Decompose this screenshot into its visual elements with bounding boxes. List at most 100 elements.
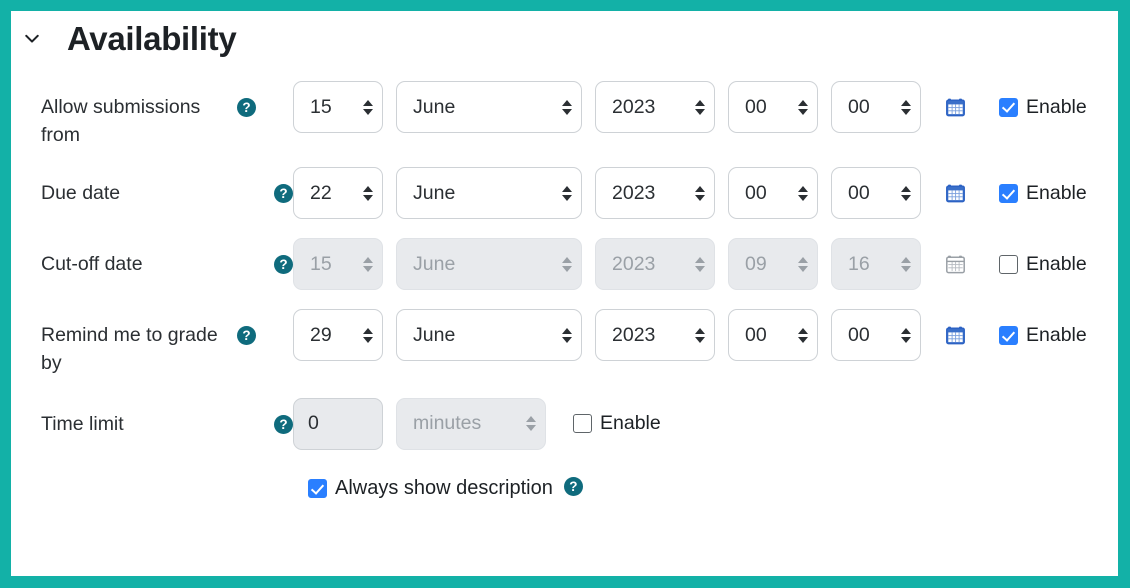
calendar-icon[interactable] — [946, 324, 968, 346]
help-icon[interactable]: ? — [237, 326, 256, 346]
chevron-down-icon[interactable] — [19, 26, 45, 52]
time-limit-fields: minutes Enable — [293, 397, 661, 450]
day-value: 15 — [310, 95, 332, 118]
chevron-updown-icon — [561, 97, 572, 117]
always-show-description-row[interactable]: Always show description — [308, 477, 553, 500]
minute-select[interactable]: 00 — [831, 81, 921, 133]
chevron-updown-icon — [797, 254, 808, 274]
chevron-updown-icon — [797, 325, 808, 345]
minute-value: 00 — [848, 323, 870, 346]
label-cell: Cut-off date ? — [41, 238, 293, 279]
chevron-updown-icon — [561, 325, 572, 345]
date-fields: 15 June 2023 09 16 Enable — [293, 238, 1087, 291]
hour-select: 09 — [728, 238, 818, 291]
enable-checkbox-row[interactable]: Enable — [999, 96, 1087, 119]
field-label: Cut-off date — [41, 253, 143, 276]
teal-frame-border: Availability Allow submissions from ? 15… — [0, 0, 1130, 588]
enable-label: Enable — [1026, 181, 1087, 204]
chevron-updown-icon — [362, 254, 373, 274]
chevron-updown-icon — [797, 97, 808, 117]
year-select[interactable]: 2023 — [595, 81, 715, 133]
year-value: 2023 — [612, 252, 656, 275]
year-value: 2023 — [612, 95, 656, 118]
help-icon[interactable]: ? — [274, 184, 293, 204]
day-select[interactable]: 29 — [293, 309, 383, 362]
enable-label: Enable — [1026, 323, 1087, 346]
year-select[interactable]: 2023 — [595, 309, 715, 362]
enable-checkbox-row[interactable]: Enable — [999, 182, 1087, 205]
chevron-updown-icon — [694, 97, 705, 117]
row-allow-submissions-from: Allow submissions from ? 15 June 2023 00… — [11, 81, 1118, 149]
enable-label: Enable — [1026, 95, 1087, 118]
chevron-updown-icon — [561, 254, 572, 274]
row-time-limit: Time limit ? minutes Enable — [11, 397, 1118, 450]
enable-checkbox-row[interactable]: Enable — [573, 412, 661, 435]
enable-label: Enable — [1026, 252, 1087, 275]
chevron-updown-icon — [900, 97, 911, 117]
hour-select[interactable]: 00 — [728, 309, 818, 362]
calendar-icon[interactable] — [946, 96, 968, 118]
availability-section-header: Availability — [11, 11, 1118, 55]
page-title: Availability — [67, 20, 237, 57]
enable-checkbox-row[interactable]: Enable — [999, 253, 1087, 276]
hour-value: 00 — [745, 323, 767, 346]
always-show-description-checkbox[interactable] — [308, 478, 327, 498]
minute-select: 16 — [831, 238, 921, 291]
enable-label: Enable — [600, 412, 661, 435]
day-select[interactable]: 22 — [293, 167, 383, 220]
row-cut-off-date: Cut-off date ? 15 June 2023 09 16 Enable — [11, 238, 1118, 291]
minute-select[interactable]: 00 — [831, 309, 921, 362]
label-cell: Allow submissions from ? — [41, 81, 293, 149]
chevron-updown-icon — [362, 325, 373, 345]
label-cell: Due date ? — [41, 167, 293, 208]
field-label: Time limit — [41, 412, 124, 435]
minute-value: 00 — [848, 181, 870, 204]
day-value: 15 — [310, 252, 332, 275]
units-value: minutes — [413, 412, 482, 435]
year-value: 2023 — [612, 181, 656, 204]
month-value: June — [413, 95, 456, 118]
date-fields: 22 June 2023 00 00 Enable — [293, 167, 1087, 220]
enable-checkbox[interactable] — [999, 183, 1018, 203]
enable-checkbox[interactable] — [999, 325, 1018, 345]
help-icon[interactable]: ? — [237, 98, 256, 117]
month-select[interactable]: June — [396, 81, 582, 133]
enable-checkbox-row[interactable]: Enable — [999, 324, 1087, 347]
year-select: 2023 — [595, 238, 715, 291]
help-icon[interactable]: ? — [274, 255, 293, 275]
chevron-updown-icon — [362, 97, 373, 117]
row-due-date: Due date ? 22 June 2023 00 00 Enable — [11, 167, 1118, 220]
year-select[interactable]: 2023 — [595, 167, 715, 220]
chevron-updown-icon — [797, 183, 808, 203]
availability-settings-page: Availability Allow submissions from ? 15… — [11, 11, 1118, 576]
hour-select[interactable]: 00 — [728, 167, 818, 220]
hour-value: 00 — [745, 181, 767, 204]
time-limit-input[interactable] — [293, 397, 383, 450]
field-label: Allow submissions from — [41, 96, 201, 146]
minute-value: 16 — [848, 252, 870, 275]
row-always-show-description: Always show description ? — [11, 476, 1118, 500]
chevron-updown-icon — [694, 325, 705, 345]
help-icon[interactable]: ? — [563, 476, 583, 496]
hour-select[interactable]: 00 — [728, 81, 818, 133]
enable-checkbox[interactable] — [999, 254, 1018, 274]
hour-value: 00 — [745, 95, 767, 118]
day-value: 29 — [310, 323, 332, 346]
enable-checkbox[interactable] — [573, 414, 592, 434]
month-select[interactable]: June — [396, 167, 582, 220]
hour-value: 09 — [745, 252, 767, 275]
day-select[interactable]: 15 — [293, 81, 383, 133]
time-limit-units-select: minutes — [396, 397, 546, 450]
row-remind-me-to-grade-by: Remind me to grade by ? 29 June 2023 00 … — [11, 309, 1118, 377]
help-icon[interactable]: ? — [274, 414, 293, 434]
minute-select[interactable]: 00 — [831, 167, 921, 220]
chevron-updown-icon — [900, 183, 911, 203]
field-label: Due date — [41, 182, 121, 205]
month-select[interactable]: June — [396, 309, 582, 362]
month-select: June — [396, 238, 582, 291]
calendar-icon[interactable] — [946, 182, 968, 204]
day-select: 15 — [293, 238, 383, 291]
chevron-down-glyph — [25, 34, 39, 43]
enable-checkbox[interactable] — [999, 97, 1018, 117]
chevron-updown-icon — [900, 325, 911, 345]
